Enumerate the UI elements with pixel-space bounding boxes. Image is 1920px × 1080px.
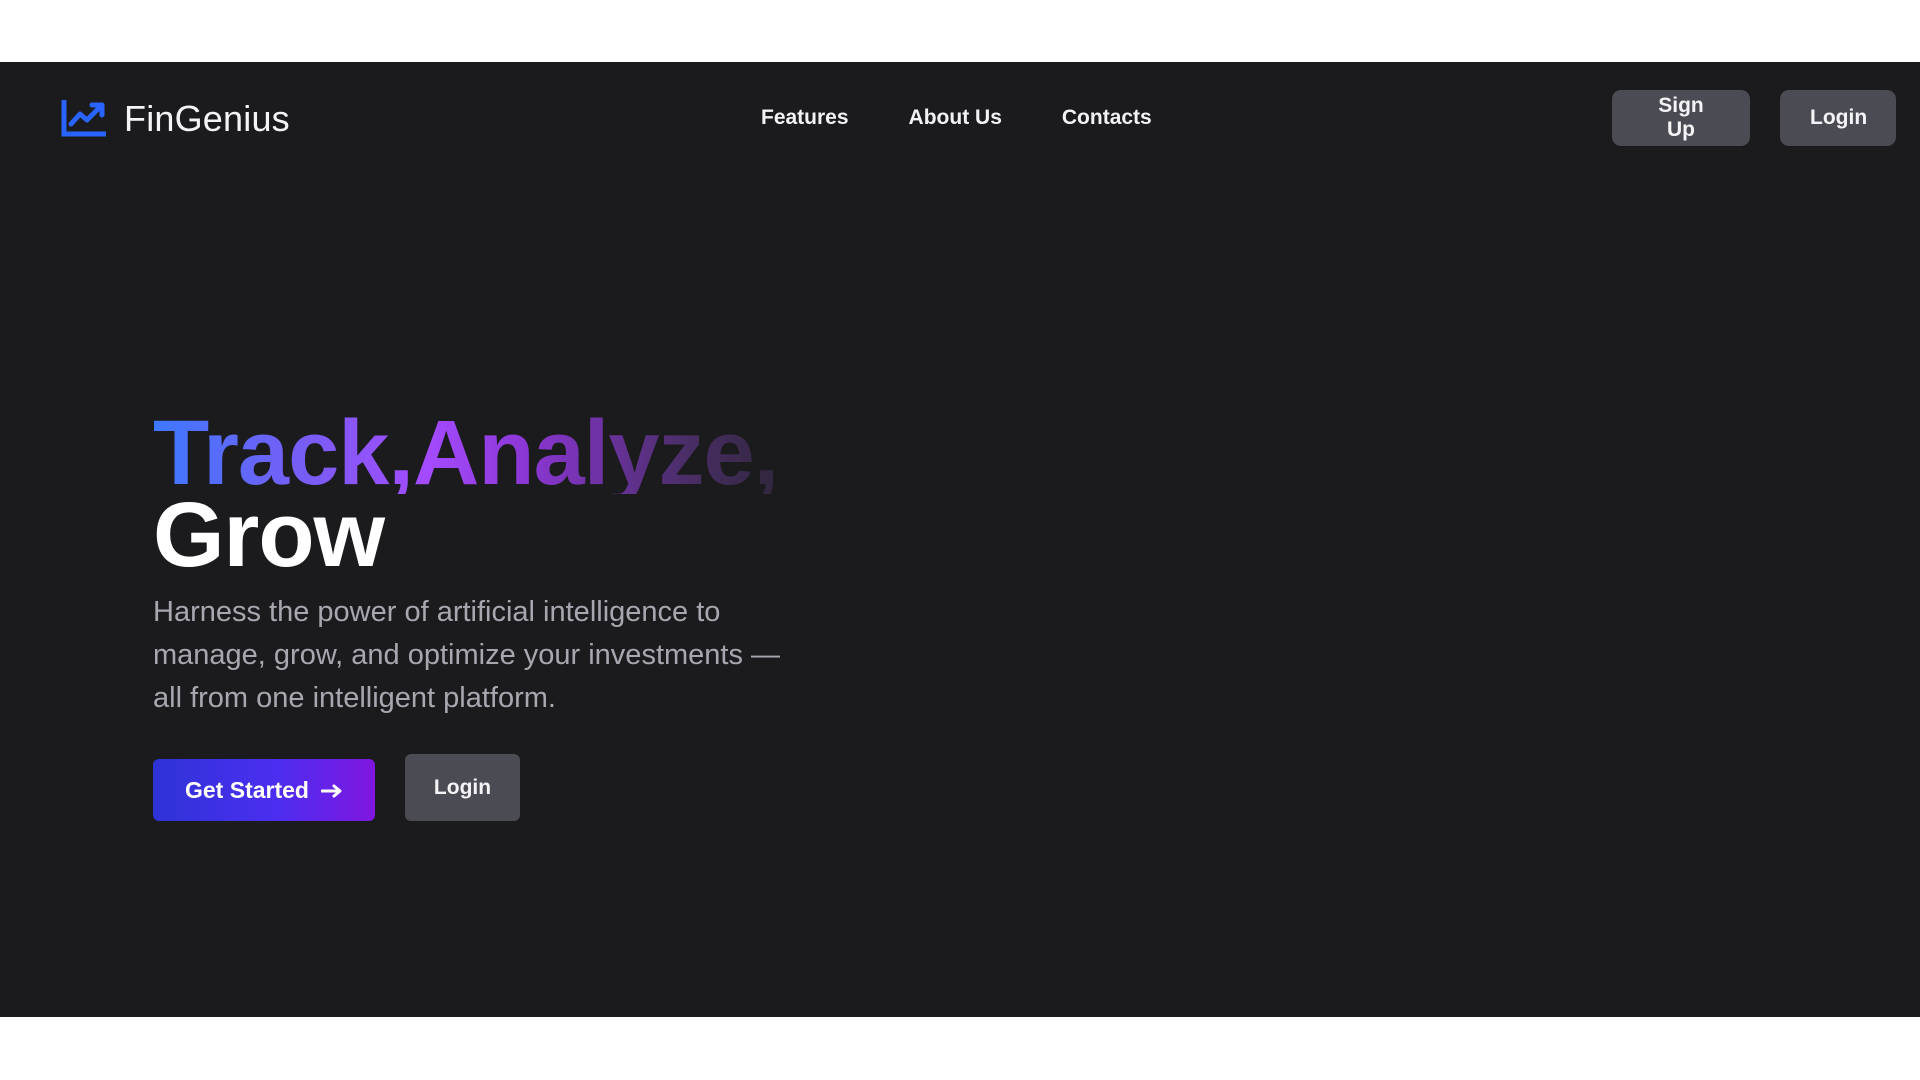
trending-up-chart-icon bbox=[60, 100, 106, 138]
nav-login-button[interactable]: Login bbox=[1780, 90, 1896, 146]
top-margin bbox=[0, 0, 1920, 62]
landing-page: FinGenius Features About Us Contacts Sig… bbox=[0, 62, 1920, 1017]
nav-link-contacts[interactable]: Contacts bbox=[1062, 106, 1152, 130]
hero-title: Track,Analyze, Grow bbox=[153, 407, 803, 586]
hero-actions: Get Started Login bbox=[153, 754, 803, 821]
signup-button[interactable]: Sign Up bbox=[1612, 90, 1750, 146]
nav-actions: Sign Up Login bbox=[1612, 90, 1896, 146]
nav-link-about-us[interactable]: About Us bbox=[909, 106, 1002, 130]
hero-title-line1: Track,Analyze, bbox=[153, 407, 803, 499]
get-started-button[interactable]: Get Started bbox=[153, 759, 375, 821]
brand-name: FinGenius bbox=[124, 98, 290, 139]
bottom-margin bbox=[0, 1017, 1920, 1080]
brand-logo[interactable]: FinGenius bbox=[60, 98, 290, 140]
arrow-right-icon bbox=[320, 777, 343, 804]
hero-login-button[interactable]: Login bbox=[405, 754, 520, 821]
navbar: FinGenius Features About Us Contacts Sig… bbox=[0, 62, 1920, 174]
hero-description: Harness the power of artificial intellig… bbox=[153, 596, 781, 714]
hero-title-line2: Grow bbox=[153, 484, 385, 586]
hero-section: Track,Analyze, Grow Harness the power of… bbox=[153, 407, 803, 821]
nav-link-features[interactable]: Features bbox=[761, 106, 849, 130]
main-nav: Features About Us Contacts bbox=[761, 106, 1152, 130]
get-started-label: Get Started bbox=[185, 776, 309, 803]
